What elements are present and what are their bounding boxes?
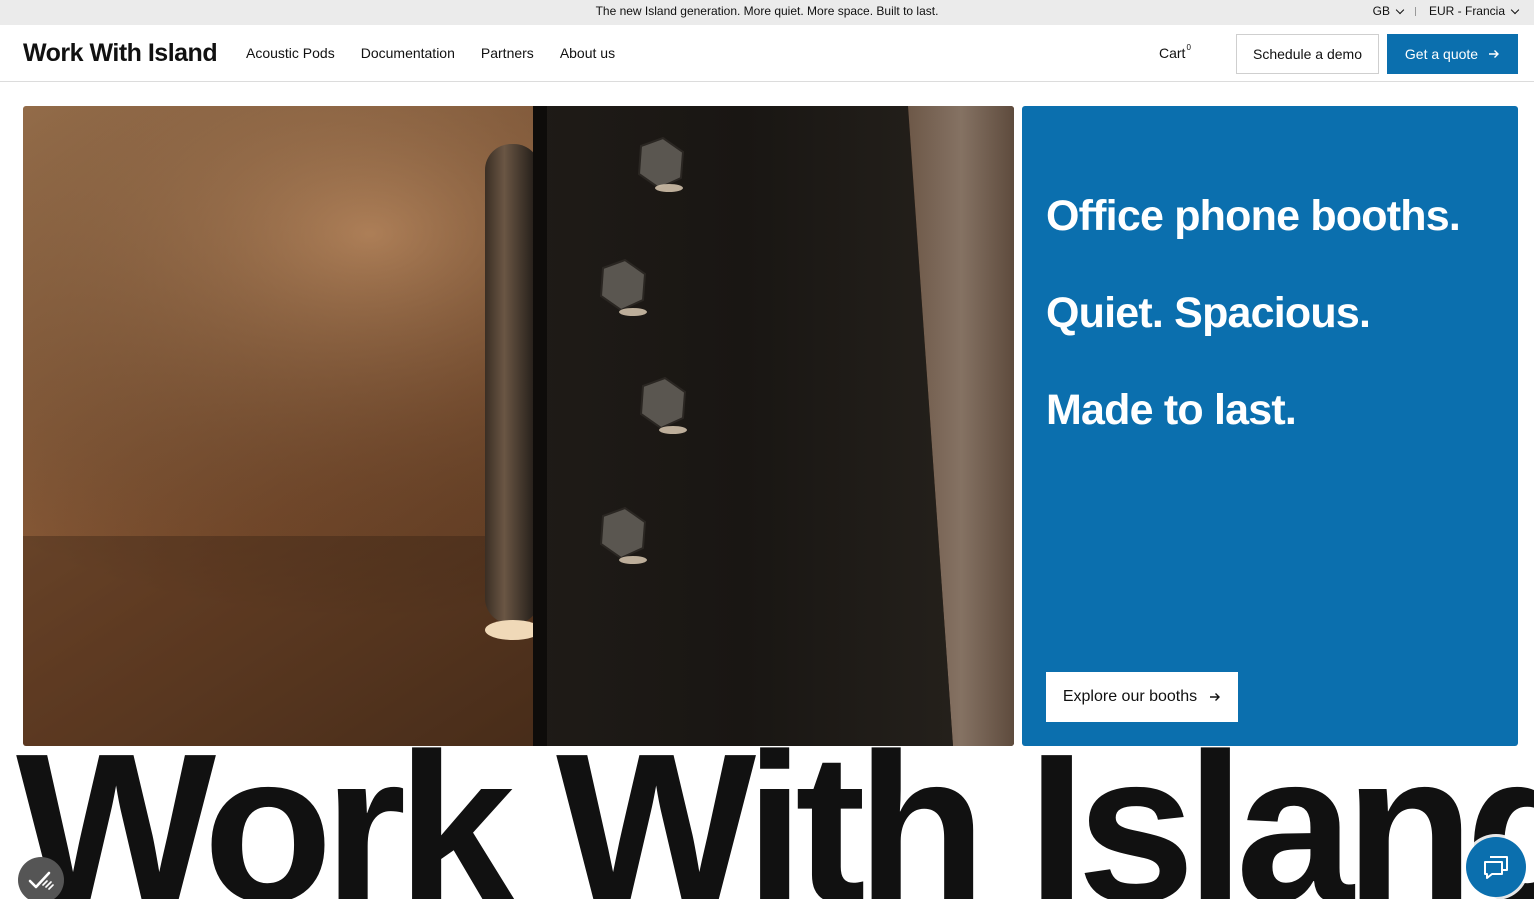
hero-headline-2: Quiet. Spacious. — [1046, 289, 1371, 337]
announcement-bar: The new Island generation. More quiet. M… — [0, 0, 1534, 25]
hero-image — [23, 106, 1014, 746]
region-label: GB — [1372, 4, 1390, 18]
accessibility-check-icon — [28, 871, 54, 890]
big-wordmark: Work With Island — [16, 709, 1534, 899]
arrow-right-icon — [1210, 693, 1221, 701]
chat-bubbles-icon — [1484, 856, 1508, 879]
schedule-demo-label: Schedule a demo — [1253, 46, 1362, 62]
site-logo[interactable]: Work With Island — [23, 39, 218, 68]
hero-panel: Office phone booths. Quiet. Spacious. Ma… — [1022, 106, 1518, 746]
accessibility-button[interactable] — [18, 857, 64, 899]
currency-selector[interactable]: EUR - Francia — [1428, 4, 1520, 18]
locale-divider — [1414, 6, 1416, 16]
region-selector[interactable]: GB — [1372, 4, 1405, 18]
cart-label: Cart — [1159, 45, 1186, 61]
chat-button[interactable] — [1466, 837, 1526, 897]
currency-label: EUR - Francia — [1428, 4, 1505, 18]
nav-item-documentation[interactable]: Documentation — [361, 45, 455, 61]
main-nav: Acoustic Pods Documentation Partners Abo… — [246, 45, 615, 61]
explore-booths-label: Explore our booths — [1062, 688, 1198, 705]
get-quote-label: Get a quote — [1404, 46, 1479, 62]
chevron-down-icon — [1395, 5, 1405, 14]
hero-photo — [23, 106, 1014, 746]
cart-count: 0 — [1186, 43, 1191, 52]
site-header: Work With Island Acoustic Pods Documenta… — [0, 25, 1534, 82]
announcement-text: The new Island generation. More quiet. M… — [595, 4, 939, 18]
schedule-demo-button[interactable]: Schedule a demo — [1236, 34, 1379, 74]
cart-link[interactable]: Cart0 — [1159, 43, 1191, 61]
nav-item-partners[interactable]: Partners — [481, 45, 534, 61]
nav-item-acoustic-pods[interactable]: Acoustic Pods — [246, 45, 335, 61]
hero-headline-1: Office phone booths. — [1046, 192, 1461, 240]
nav-item-about-us[interactable]: About us — [560, 45, 615, 61]
hero-headline-3: Made to last. — [1046, 386, 1297, 434]
arrow-right-icon — [1489, 50, 1500, 58]
get-quote-button[interactable]: Get a quote — [1387, 34, 1518, 74]
locale-selectors: GB EUR - Francia — [1372, 4, 1520, 18]
chevron-down-icon — [1510, 5, 1520, 14]
